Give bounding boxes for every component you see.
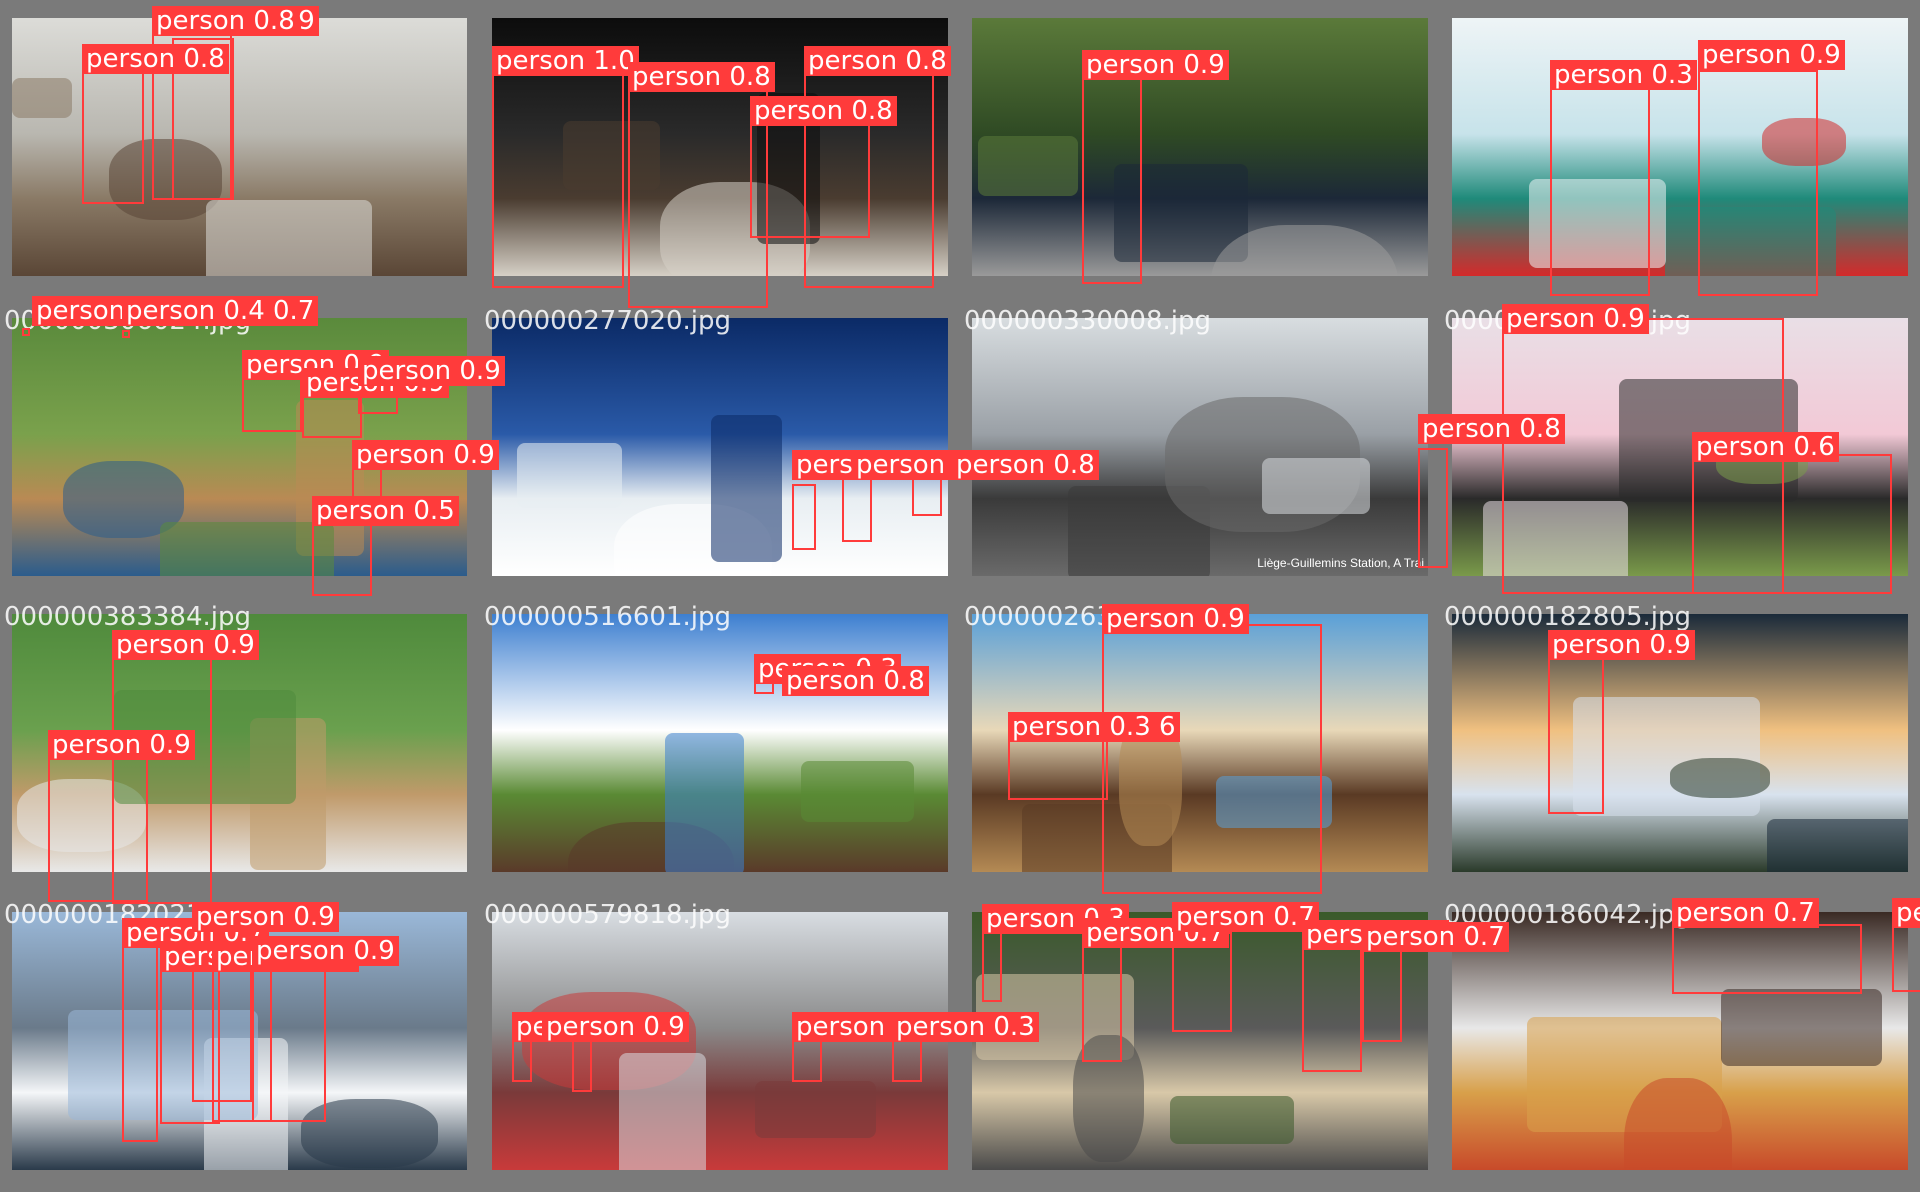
scene-shape: [978, 136, 1078, 196]
tile-police-motorcycle: person 0.9: [972, 18, 1428, 284]
scene-shape: [206, 200, 372, 276]
scene-shape: [517, 443, 622, 508]
detection-label: person 0.8: [628, 62, 775, 92]
image-filename: 000000383384.jpg: [4, 602, 251, 632]
detection-box: [1082, 942, 1122, 1062]
photo: [492, 318, 948, 576]
detection-label: person 0.8: [750, 96, 897, 126]
detection-label: person 0.9: [1548, 630, 1695, 660]
detection-label: person 0.8: [82, 44, 229, 74]
detection-label: person 0.9: [1102, 604, 1249, 634]
detection-label: person 0.9: [542, 1012, 689, 1042]
image-filename: 000000516601.jpg: [484, 602, 731, 632]
scene-shape: [1767, 819, 1908, 872]
detection-label: person 0.4 0.7: [122, 296, 319, 326]
tile-ski-slope: 000000277020.jpgperson 0.3person 0.5pers…: [484, 306, 1099, 576]
detection-label: person 0.9: [252, 936, 399, 966]
detection-label: person 0.5: [312, 496, 459, 526]
detection-label: person 0.7: [1672, 898, 1819, 928]
detection-label: person 0.9: [1502, 304, 1649, 334]
detection-label: person 0.7: [1172, 902, 1319, 932]
scene-shape: [1624, 1078, 1732, 1170]
detection-label: pe: [1892, 898, 1920, 928]
detection-box: [48, 742, 148, 902]
detection-label: person 0.9: [192, 902, 339, 932]
tile-steam-train: 000000516601.jpgperson 0.3person 0.8: [484, 602, 948, 872]
detection-box: [1548, 634, 1604, 814]
scene-shape: [160, 522, 334, 576]
tile-skiers-group: 000000182021.jpgperson 0.7person 0.8pers…: [4, 900, 467, 1170]
detection-label: person 0.3: [892, 1012, 1039, 1042]
scene-shape: [619, 1053, 706, 1170]
detection-box: [1082, 68, 1142, 284]
detection-box: [1698, 70, 1818, 296]
detection-box: [82, 54, 144, 204]
detection-box: [842, 478, 872, 542]
detection-label: person 0.8: [782, 666, 929, 696]
detection-box: [22, 328, 30, 336]
image-filename: 000000579818.jpg: [484, 900, 731, 930]
scene-shape: [801, 761, 914, 822]
detection-label: person 0.8: [804, 46, 951, 76]
tile-pizza: 000000186042.jpgperson 0.7pe: [1444, 898, 1920, 1170]
detection-box: [122, 932, 158, 1142]
detection-label: person 0.3 6: [1008, 712, 1180, 742]
detection-label: person 0.7: [1362, 922, 1509, 952]
scene-shape: [665, 733, 744, 872]
detection-box: [1892, 922, 1920, 992]
tile-snow-sunset: 000000182805.jpg person 0.9: [1444, 602, 1908, 872]
tile-dinner: person 1.0 person 0.8 person 0.8 person 0.8: [492, 18, 951, 308]
tile-cowboy-horse: 000000263796.jpg person 0.9 person 0.3 6: [964, 602, 1428, 894]
scene-shape: [1170, 1096, 1294, 1144]
detection-box: [804, 48, 934, 288]
tile-city-square: 000000579818.jpgperson 0.5person 0.9pers…: [484, 900, 1039, 1170]
scene-shape: [1670, 758, 1770, 798]
tile-mother-child: 000000243148.jpgperson 0.9person 0.6: [1444, 304, 1908, 594]
detection-label: person 0.9: [358, 356, 505, 386]
detection-label: person 0.8: [952, 450, 1099, 480]
detection-label: person 0.9: [1082, 50, 1229, 80]
scene-shape: [1721, 989, 1882, 1066]
scene-shape: [12, 78, 72, 118]
image-filename: 000000182805.jpg: [1444, 602, 1691, 632]
detection-label: person 0.8: [152, 6, 299, 36]
photo: [492, 614, 948, 872]
detection-mosaic: person 0.9person 0.8person 0.8person 1.0…: [0, 0, 1920, 1192]
detection-box: [628, 78, 768, 308]
scene-shape: [711, 415, 782, 562]
detection-label: person 0.8: [1418, 414, 1565, 444]
image-filename: 000000330008.jpg: [964, 306, 1211, 336]
tile-elephants: person 0.3person 0.7person 0.7person 0.6…: [972, 902, 1509, 1170]
tile-child-snow: person 0.3 person 0.9: [1452, 18, 1908, 296]
detection-label: person 0.3: [1550, 60, 1697, 90]
scene-shape: [755, 1081, 876, 1138]
detection-label: person 0.6: [1692, 432, 1839, 462]
photo: Liège-Guillemins Station, A Trai: [972, 318, 1428, 576]
tile-baseball-field: 000000306024.jpgperson 0.3person 0.4 0.7…: [4, 296, 505, 596]
detection-label: person 0.9: [48, 730, 195, 760]
detection-label: person 0.9: [112, 630, 259, 660]
tile-train-station: Liège-Guillemins Station, A Trai 00000033…: [964, 306, 1565, 576]
detection-box: [792, 484, 816, 550]
detection-box: [982, 932, 1002, 1002]
detection-box: [1672, 924, 1862, 994]
tile-baseball-batter: 000000383384.jpg person 0.9 person 0.9: [4, 602, 467, 904]
detection-box: [1550, 70, 1650, 296]
detection-box: [1362, 942, 1402, 1042]
detection-box: [492, 58, 624, 288]
detection-box: [1692, 454, 1892, 594]
detection-label: person 0.9: [1698, 40, 1845, 70]
detection-box: [1302, 942, 1362, 1072]
detection-box: [912, 476, 942, 516]
photo-caption: Liège-Guillemins Station, A Trai: [1257, 556, 1424, 570]
detection-label: person 0.9: [352, 440, 499, 470]
tile-street-dog: person 0.9person 0.8person 0.8: [12, 6, 467, 276]
photo: [12, 18, 467, 276]
scene-shape: [1262, 458, 1370, 514]
detection-label: person 1.0: [492, 46, 639, 76]
detection-box: [1102, 624, 1322, 894]
detection-box: [1418, 448, 1448, 568]
detection-box: [122, 330, 130, 338]
image-filename: 000000277020.jpg: [484, 306, 731, 336]
